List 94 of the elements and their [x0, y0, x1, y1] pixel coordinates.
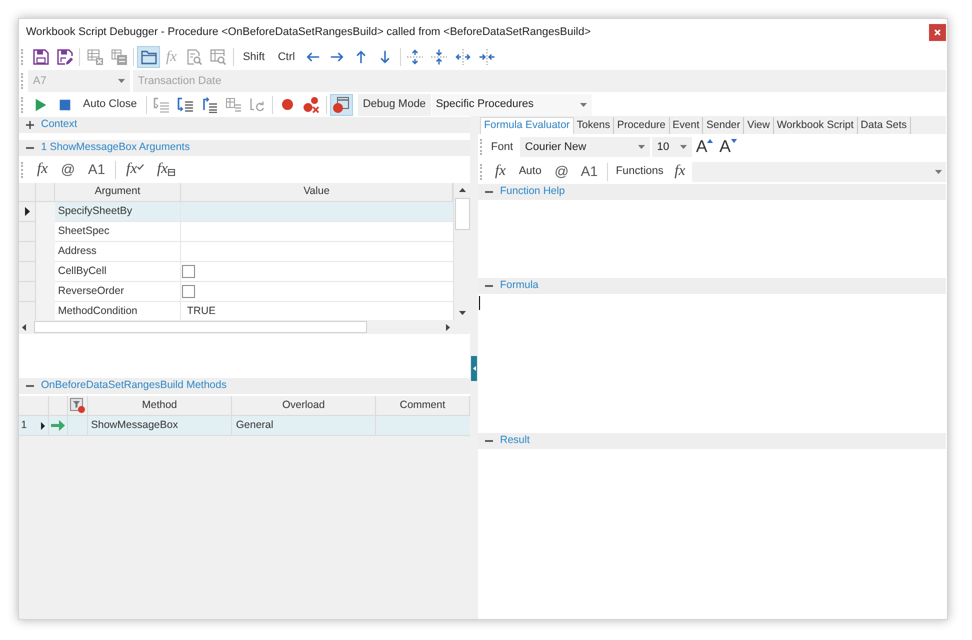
font-label: Font — [490, 140, 514, 155]
table-lines-icon — [225, 96, 242, 112]
dropdown-caret-icon — [118, 79, 125, 83]
window-title: Workbook Script Debugger - Procedure <OnBeforeDataSetRangesBuild> called from <BeforeDataSetRangesBuild> — [25, 24, 591, 40]
left-triangle-icon — [472, 366, 476, 371]
horizontal-collapse-icon — [479, 49, 496, 65]
increase-font-button[interactable]: A — [694, 136, 716, 158]
function-button[interactable]: fx — [152, 158, 180, 180]
toolbar-button[interactable]: Auto Close — [77, 94, 143, 116]
stop-icon — [58, 98, 70, 110]
checkbox[interactable] — [182, 265, 195, 278]
close-button[interactable] — [929, 24, 946, 40]
table-row[interactable]: ReverseOrder — [55, 282, 453, 302]
tab[interactable]: Tokens — [574, 117, 614, 134]
floppy-pencil-icon — [56, 49, 72, 65]
dropdown-caret-icon — [638, 145, 646, 149]
function-button[interactable]: fx — [490, 160, 511, 182]
scroll-right-icon — [446, 324, 450, 330]
scrollbar-thumb[interactable] — [34, 321, 367, 333]
checkbox[interactable] — [182, 285, 195, 298]
row-header[interactable] — [19, 202, 36, 222]
dropdown-caret-icon — [680, 145, 688, 149]
decrease-font-button[interactable]: A — [717, 136, 739, 158]
vertical-expand-icon — [407, 49, 424, 65]
functions-label: Functions — [614, 164, 665, 180]
window-dot-icon — [333, 96, 350, 112]
vertical-collapse-icon — [431, 49, 448, 65]
dropdown-caret-icon — [580, 102, 587, 106]
up-triangle-icon — [707, 139, 714, 143]
tab[interactable]: Formula Evaluator — [480, 117, 574, 134]
breakpoint-window-button[interactable] — [330, 94, 353, 116]
toolbar-button[interactable]: Shift — [236, 46, 271, 68]
font-size-combo[interactable]: 10 — [652, 137, 692, 157]
scroll-down-icon — [458, 311, 466, 315]
document-search-icon — [186, 49, 202, 65]
table-cell: ShowMessageBox — [88, 416, 232, 436]
table-cell: General — [232, 416, 376, 436]
tab[interactable]: Workbook Script — [774, 117, 858, 134]
column-header: Overload — [232, 396, 376, 415]
table-search-icon — [210, 49, 226, 65]
row-indicator-icon — [24, 207, 30, 216]
table-row[interactable]: MethodCondition TRUE — [55, 302, 453, 320]
table-row[interactable]: SheetSpec — [55, 222, 453, 242]
debug-mode-label: Debug Mode — [358, 94, 431, 116]
function-button[interactable]: fx — [32, 158, 53, 180]
table-row[interactable]: CellByCell — [55, 262, 453, 282]
check-icon — [137, 164, 144, 170]
row-indicator-icon — [41, 422, 45, 430]
toolbar-button[interactable]: A1 — [83, 158, 110, 180]
toolbar-button[interactable]: @ — [56, 158, 80, 180]
debug-mode-combo[interactable]: Specific Procedures — [432, 94, 592, 116]
folder-button[interactable] — [137, 46, 160, 68]
bracket-lines-icon — [153, 96, 170, 112]
table-row[interactable]: SpecifySheetBy — [55, 202, 453, 222]
splitter-handle[interactable] — [471, 356, 477, 381]
tab[interactable]: Data Sets — [858, 117, 911, 134]
tab[interactable]: Event — [670, 117, 704, 134]
right-arrow-icon — [330, 50, 344, 64]
scrollbar-thumb[interactable] — [454, 198, 470, 230]
table-row[interactable]: Address — [55, 242, 453, 262]
function-button[interactable]: fx — [121, 158, 149, 180]
left-arrow-icon — [306, 50, 320, 64]
toolbar-button[interactable]: Ctrl — [272, 46, 301, 68]
tab[interactable]: Sender — [703, 117, 744, 134]
text-cursor — [479, 296, 480, 310]
table-icon — [168, 168, 175, 176]
breakpoint-dot-icon — [282, 99, 293, 110]
toolbar-button[interactable]: Auto — [512, 160, 548, 182]
column-header: Method — [88, 396, 232, 415]
scroll-left-icon — [22, 324, 26, 330]
arrow-lines-icon — [201, 96, 218, 112]
horizontal-expand-icon — [455, 49, 472, 65]
up-arrow-icon — [354, 50, 368, 64]
toolbar-button[interactable]: @ — [549, 160, 574, 182]
scroll-up-icon — [458, 188, 466, 192]
play-icon — [34, 98, 48, 112]
table-delete-icon — [86, 49, 102, 65]
down-triangle-icon — [730, 139, 737, 143]
splitter[interactable] — [470, 116, 478, 619]
toolbar-button[interactable]: A1 — [576, 160, 603, 182]
font-name-combo[interactable]: Courier New — [520, 137, 650, 157]
column-header: Argument — [55, 183, 181, 201]
table-copy-icon — [110, 49, 126, 65]
circular-arrow-icon — [249, 96, 266, 112]
function-button[interactable]: fx — [670, 160, 690, 182]
down-arrow-icon — [378, 50, 392, 64]
close-icon — [934, 28, 941, 36]
dropdown-caret-icon — [935, 170, 942, 174]
folder-icon — [140, 49, 156, 65]
table-row[interactable]: 1 ShowMessageBox General — [19, 416, 470, 436]
bracket-loop-lines-icon — [177, 96, 194, 112]
tab[interactable]: View — [744, 117, 774, 134]
dots-cross-icon — [303, 96, 320, 112]
tab[interactable]: Procedure — [614, 117, 670, 134]
